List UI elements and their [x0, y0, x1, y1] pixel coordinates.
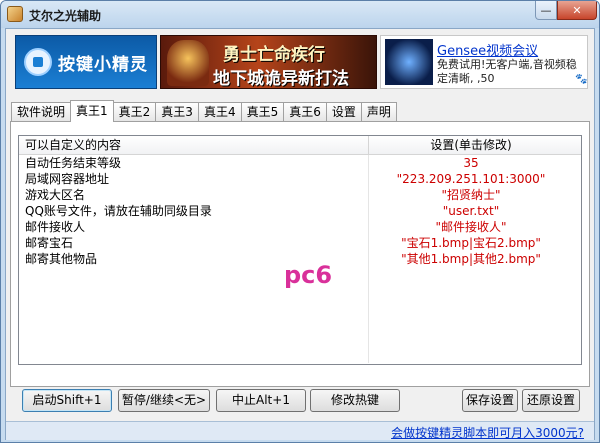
row-name: 邮寄宝石 [19, 235, 369, 251]
gensee-ad[interactable]: Gensee视频会议 免费试用!无客户端,音视频稳定清晰, ,50 🐾 [380, 35, 588, 89]
tab-zhenwang-5[interactable]: 真王5 [240, 102, 285, 122]
list-empty-row [19, 331, 581, 347]
logo-text: 按键小精灵 [58, 54, 148, 75]
list-empty-row [19, 347, 581, 363]
row-name: 游戏大区名 [19, 187, 369, 203]
row-name: QQ账号文件，请放在辅助同级目录 [19, 203, 369, 219]
modify-hotkey-button[interactable]: 修改热键 [310, 389, 400, 412]
gensee-ad-link[interactable]: Gensee视频会议 [437, 40, 538, 59]
sprite-logo-icon [24, 48, 52, 76]
row-value[interactable]: "招贤纳士" [369, 187, 573, 203]
stop-button[interactable]: 中止Alt+1 [216, 389, 306, 412]
tab-zhenwang-6[interactable]: 真王6 [283, 102, 327, 122]
row-value[interactable]: "其他1.bmp|其他2.bmp" [369, 251, 573, 267]
row-value[interactable]: 35 [369, 155, 573, 171]
list-header: 可以自定义的内容 设置(单击修改) [19, 136, 581, 155]
tab-zhenwang-3[interactable]: 真王3 [155, 102, 199, 122]
row-value[interactable]: "223.209.251.101:3000" [369, 171, 573, 187]
promo-link[interactable]: 会做按键精灵脚本即可月入3000元? [391, 424, 584, 441]
app-window: 艾尔之光辅助 — ✕ 按键小精灵 勇士亡命疾行 地下城诡异新打法 Gensee视… [0, 0, 600, 443]
tab-software-info[interactable]: 软件说明 [11, 102, 72, 122]
tab-strip: 软件说明 真王1 真王2 真王3 真王4 真王5 真王6 设置 声明 [11, 100, 397, 122]
pc6-watermark: pc6 [284, 261, 333, 289]
game-ad-banner[interactable]: 勇士亡命疾行 地下城诡异新打法 [160, 35, 377, 89]
ad-headline: 勇士亡命疾行 [223, 45, 325, 65]
list-row[interactable]: 自动任务结束等级 35 [19, 155, 581, 171]
list-row[interactable]: 局域网容器地址 "223.209.251.101:3000" [19, 171, 581, 187]
window-title: 艾尔之光辅助 [29, 9, 102, 23]
tab-settings[interactable]: 设置 [325, 102, 362, 122]
restore-settings-button[interactable]: 还原设置 [522, 389, 580, 412]
app-icon [7, 6, 23, 22]
paw-icon: 🐾 [575, 74, 588, 85]
list-row[interactable]: 游戏大区名 "招贤纳士" [19, 187, 581, 203]
tab-zhenwang-1[interactable]: 真王1 [70, 100, 114, 122]
anjian-logo[interactable]: 按键小精灵 [15, 35, 157, 89]
list-empty-row [19, 299, 581, 315]
row-value[interactable]: "邮件接收人" [369, 219, 573, 235]
list-row[interactable]: QQ账号文件，请放在辅助同级目录 "user.txt" [19, 203, 581, 219]
client-area: 按键小精灵 勇士亡命疾行 地下城诡异新打法 Gensee视频会议 免费试用!无客… [5, 28, 595, 440]
list-empty-row [19, 315, 581, 331]
tab-zhenwang-2[interactable]: 真王2 [112, 102, 157, 122]
row-name: 局域网容器地址 [19, 171, 369, 187]
row-value[interactable]: "宝石1.bmp|宝石2.bmp" [369, 235, 573, 251]
title-bar[interactable]: 艾尔之光辅助 — ✕ [1, 1, 599, 28]
gensee-thumbnail [385, 39, 433, 85]
settings-list[interactable]: 可以自定义的内容 设置(单击修改) 自动任务结束等级 35 局域网容器地址 "2… [18, 135, 582, 365]
warrior-figure-icon [167, 40, 209, 86]
tab-zhenwang-4[interactable]: 真王4 [197, 102, 242, 122]
column-header-setting[interactable]: 设置(单击修改) [369, 136, 573, 154]
row-name: 自动任务结束等级 [19, 155, 369, 171]
close-button[interactable]: ✕ [557, 1, 597, 20]
column-header-content[interactable]: 可以自定义的内容 [19, 136, 369, 154]
list-row[interactable]: 邮寄宝石 "宝石1.bmp|宝石2.bmp" [19, 235, 581, 251]
list-row[interactable]: 邮件接收人 "邮件接收人" [19, 219, 581, 235]
start-button[interactable]: 启动Shift+1 [22, 389, 112, 412]
pause-resume-button[interactable]: 暂停/继续<无> [118, 389, 210, 412]
row-name: 邮件接收人 [19, 219, 369, 235]
gensee-ad-description: 免费试用!无客户端,音视频稳定清晰, ,50 [437, 58, 577, 85]
save-settings-button[interactable]: 保存设置 [462, 389, 518, 412]
tab-statement[interactable]: 声明 [360, 102, 397, 122]
minimize-button[interactable]: — [535, 1, 557, 20]
row-value[interactable]: "user.txt" [369, 203, 573, 219]
ad-subline: 地下城诡异新打法 [213, 69, 349, 89]
status-bar: 会做按键精灵脚本即可月入3000元? [6, 421, 594, 440]
